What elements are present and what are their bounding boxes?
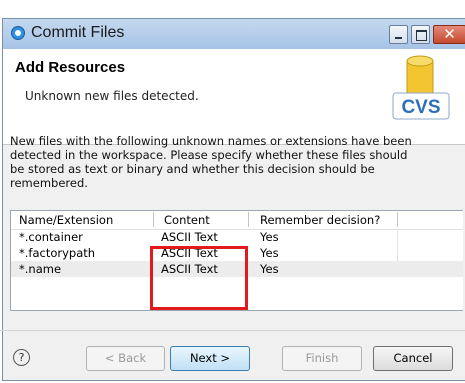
cell-name: *.name: [19, 262, 62, 276]
cell-name: *.factorypath: [19, 246, 96, 260]
cell-remember[interactable]: Yes: [260, 246, 279, 260]
page-title: Add Resources: [15, 59, 126, 76]
help-button[interactable]: ?: [13, 349, 30, 366]
cell-name: *.container: [19, 230, 83, 244]
content-column-highlight: [150, 246, 248, 310]
cell-remember[interactable]: Yes: [260, 230, 279, 244]
column-separator: [153, 212, 154, 227]
close-icon: ✕: [443, 25, 456, 43]
next-button[interactable]: Next >: [170, 346, 250, 371]
footer-divider: [0, 330, 465, 331]
commit-files-dialog: Commit Files ✕ Add Resources Unknown new…: [2, 18, 465, 381]
cancel-button[interactable]: Cancel: [373, 346, 453, 371]
finish-button[interactable]: Finish: [282, 346, 362, 371]
cvs-logo-text: CVS: [401, 97, 440, 118]
column-separator: [397, 212, 398, 227]
cell-content[interactable]: ASCII Text: [161, 230, 218, 244]
close-button[interactable]: ✕: [433, 25, 465, 44]
description-text: New files with the following unknown nam…: [10, 134, 460, 190]
cell-remember[interactable]: Yes: [260, 262, 279, 276]
column-header-content[interactable]: Content: [164, 213, 210, 227]
cvs-logo-icon: CVS: [385, 53, 455, 133]
table-header: Name/Extension Content Remember decision…: [11, 211, 463, 230]
maximize-button[interactable]: [411, 25, 430, 44]
wizard-header: Add Resources Unknown new files detected…: [3, 49, 465, 145]
minimize-button[interactable]: [389, 25, 408, 44]
back-button[interactable]: < Back: [86, 346, 165, 371]
table-row[interactable]: *.container ASCII Text Yes: [11, 229, 463, 245]
title-bar[interactable]: Commit Files ✕: [3, 19, 465, 49]
window-title: Commit Files: [31, 24, 125, 41]
column-separator: [248, 212, 249, 227]
description-line: detected in the workspace. Please specif…: [10, 148, 408, 162]
column-header-remember[interactable]: Remember decision?: [260, 213, 380, 227]
page-message: Unknown new files detected.: [25, 89, 199, 103]
description-line: remembered.: [10, 176, 88, 190]
app-icon: [11, 26, 25, 40]
description-line: be stored as text or binary and whether …: [10, 162, 375, 176]
column-header-name[interactable]: Name/Extension: [19, 213, 113, 227]
description-line: New files with the following unknown nam…: [10, 134, 412, 148]
